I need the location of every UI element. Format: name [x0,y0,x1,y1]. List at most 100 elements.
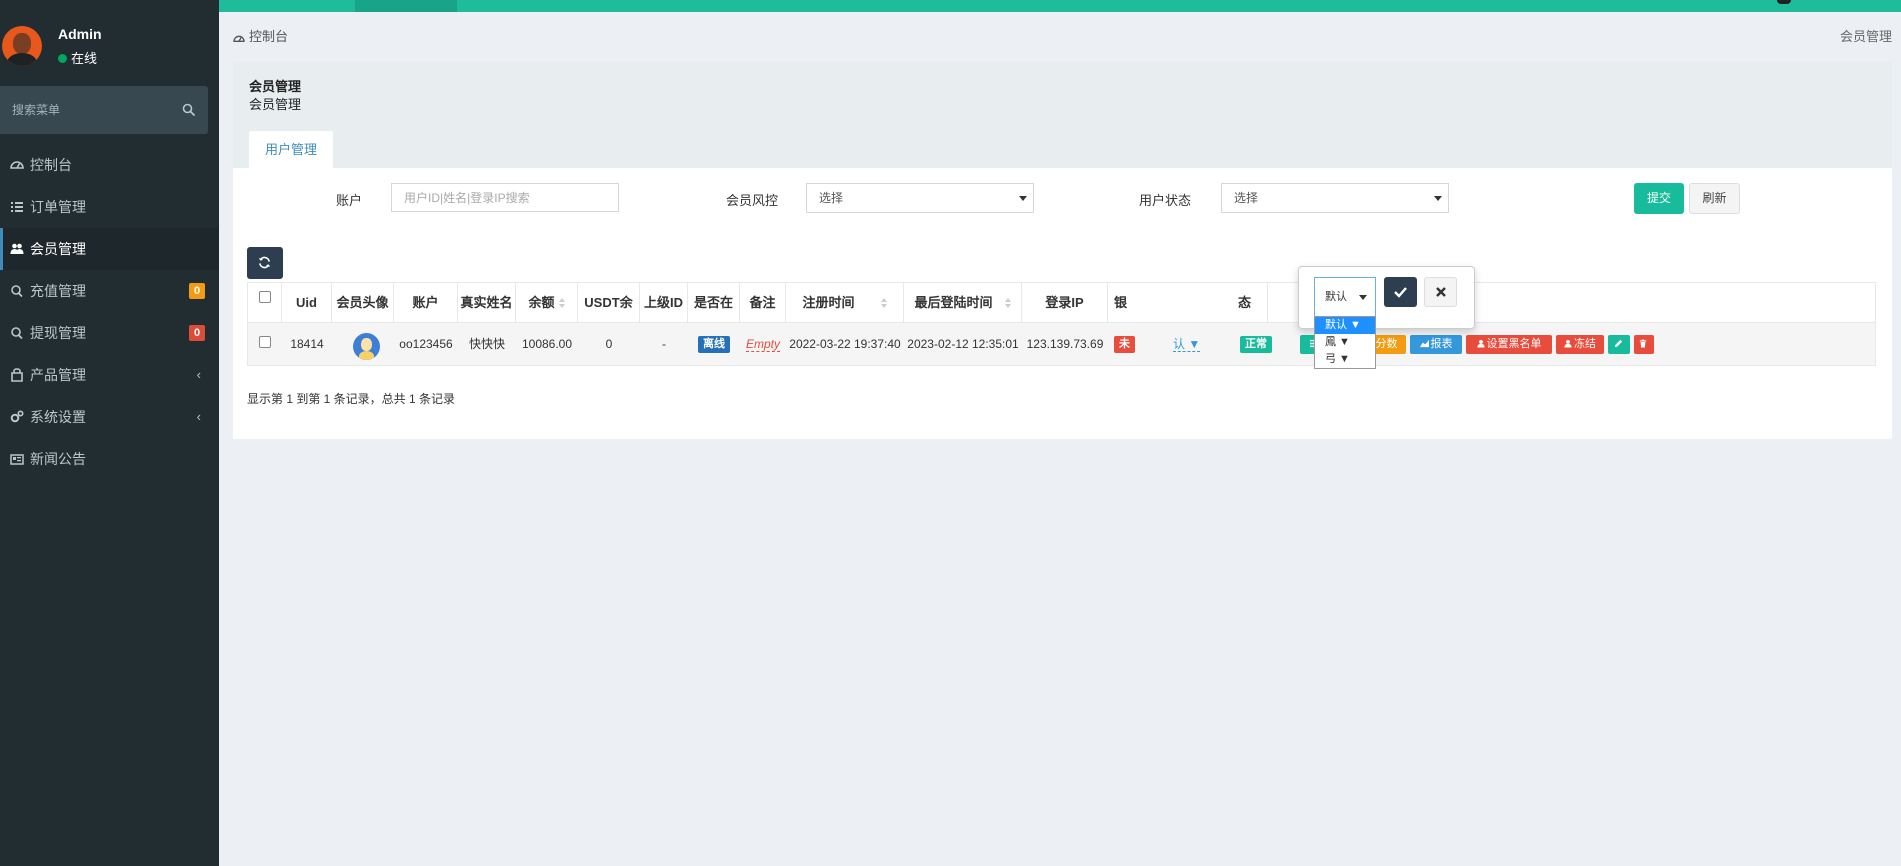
refresh-button[interactable]: 刷新 [1689,183,1740,214]
user-icon [1476,339,1485,348]
offline-badge: 离线 [698,336,730,354]
tab-user-management[interactable]: 用户管理 [249,131,334,169]
th-usdt-balance: USDT余额 [578,283,640,349]
member-avatar [353,333,380,360]
breadcrumb-current: 会员管理 [1839,29,1892,44]
confirm-button[interactable] [1384,277,1417,307]
account-filter-input[interactable] [391,183,619,212]
risk-select[interactable]: 默认 [1314,277,1376,317]
withdraw-count-badge: 0 [189,325,205,341]
status-filter-select[interactable]: 选择 [1221,183,1449,213]
th-user-status: 态 [1228,283,1268,322]
account-filter-label: 账户 [336,193,363,208]
th-remark: 备注 [740,283,786,322]
user-status: 在线 [58,48,97,67]
th-real-name: 真实姓名 [458,283,516,322]
dashboard-icon [10,161,24,169]
news-icon [10,454,24,465]
cell-risk-editable[interactable]: 认 ▼ [1173,323,1213,365]
table-row[interactable]: 18414 oo123456 快快快 10086.00 0 - 离线 Empty… [247,323,1876,366]
delete-button[interactable] [1634,335,1654,354]
sidebar-search-input[interactable] [0,86,194,134]
sidebar-item-label: 充值管理 [30,283,86,299]
th-login-ip: 登录IP [1022,283,1108,322]
user-menu-dot[interactable] [1777,0,1791,4]
sidebar-item-news[interactable]: 新闻公告 [0,438,219,480]
list-icon [11,202,23,212]
users-icon [10,243,24,254]
sort-icon [558,298,565,308]
chevron-left-icon: ‹ [196,367,201,382]
breadcrumb[interactable]: 控制台 [233,26,288,45]
nav-tab-active[interactable] [355,0,457,12]
sidebar-search [0,86,208,134]
option-3[interactable]: 弓 ▼ [1315,351,1375,368]
sidebar-item-withdraw[interactable]: 提现管理 0 [0,312,219,354]
cell-bank-status: 未 [1114,323,1144,365]
select-all-cell [248,283,282,322]
sidebar-item-deposit[interactable]: 充值管理 0 [0,270,219,312]
admin-avatar [2,26,42,66]
user-name: Admin [58,26,102,42]
sidebar-item-label: 控制台 [30,157,72,173]
sidebar-item-label: 产品管理 [30,367,86,383]
search-icon[interactable] [182,103,196,117]
cancel-button[interactable] [1424,277,1457,307]
check-icon [1394,287,1407,298]
pagination-summary: 显示第 1 到第 1 条记录，总共 1 条记录 [247,392,456,406]
edit-button[interactable] [1608,335,1630,354]
sidebar-item-label: 会员管理 [30,241,86,257]
option-default[interactable]: 默认 ▼ [1315,317,1375,334]
sidebar-item-members[interactable]: 会员管理 [0,228,219,270]
online-dot-icon [58,54,67,63]
cell-remark: Empty [740,323,786,365]
th-last-login[interactable]: 最后登陆时间 [904,283,1022,322]
th-balance[interactable]: 余额 [516,283,578,322]
sidebar-menu: 控制台 订单管理 会员管理 充值管理 0 提现管理 0 产品管理 ‹ 系统设置 [0,144,219,480]
remark-edit-link[interactable]: Empty [745,337,780,352]
report-button[interactable]: 报表 [1410,335,1462,354]
cell-account: oo123456 [399,337,453,351]
cell-uid: 18414 [290,337,324,351]
reload-table-button[interactable] [247,247,283,279]
submit-button[interactable]: 提交 [1634,183,1684,214]
sidebar: Admin 在线 控制台 订单管理 会员管理 充值管理 0 提现管理 0 [0,0,219,866]
sidebar-item-label: 提现管理 [30,325,86,341]
sort-icon [1004,298,1011,308]
risk-filter-label: 会员风控 [726,193,779,208]
cell-real-name: 快快快 [468,337,505,351]
cell-last-login: 2023-02-12 12:35:01 [907,337,1019,351]
sidebar-item-label: 系统设置 [30,409,86,425]
row-checkbox[interactable] [259,336,271,348]
bank-status-badge: 未 [1114,336,1135,354]
sidebar-item-settings[interactable]: 系统设置 ‹ [0,396,219,438]
sidebar-item-orders[interactable]: 订单管理 [0,186,219,228]
option-2[interactable]: 鳳 ▼ [1315,334,1375,351]
sidebar-item-dashboard[interactable]: 控制台 [0,144,219,186]
table-header: Uid 会员头像 账户 真实姓名 余额 USDT余额 上级ID 是否在线 备注 … [247,282,1876,349]
user-panel: Admin 在线 [0,12,219,74]
area-chart-icon [1419,339,1429,348]
dashboard-icon [233,35,245,42]
risk-edit-link[interactable]: 认 ▼ [1173,337,1201,352]
cell-user-status: 正常 [1236,323,1276,365]
th-uid[interactable]: Uid [282,283,332,322]
sidebar-item-products[interactable]: 产品管理 ‹ [0,354,219,396]
cell-login-ip: 123.139.73.69 [1026,337,1104,351]
select-all-checkbox[interactable] [259,291,271,303]
freeze-button[interactable]: 冻结 [1556,335,1604,354]
cell-register-time: 2022-03-22 19:37:40 [789,337,901,351]
main-content: 控制台 会员管理 会员管理 会员管理 用户管理 账户 会员风控 选择 用户状态 … [219,12,1901,866]
caret-down-icon [1434,196,1442,201]
cell-usdt-balance: 0 [605,337,613,351]
th-register-time[interactable]: 注册时间 [786,283,904,322]
panel-subtitle: 会员管理 [249,97,302,112]
sidebar-item-label: 新闻公告 [30,451,86,467]
withdraw-icon [11,327,23,340]
blacklist-button[interactable]: 设置黑名单 [1466,335,1552,354]
risk-filter-select[interactable]: 选择 [806,183,1034,213]
panel-heading: 会员管理 会员管理 用户管理 [233,62,1892,169]
status-normal-badge: 正常 [1240,336,1272,354]
th-online: 是否在线 [688,283,740,349]
caret-down-icon [1019,196,1027,201]
